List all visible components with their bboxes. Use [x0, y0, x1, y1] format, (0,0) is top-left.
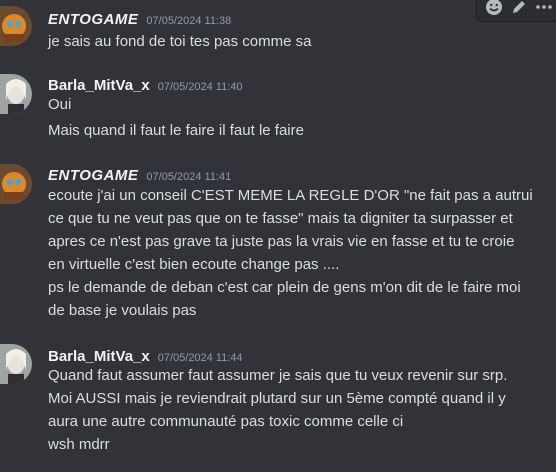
- message-text: en virtuelle c'est bien ecoute change pa…: [48, 256, 340, 273]
- message-text: je sais au fond de toi tes pas comme sa: [48, 33, 312, 50]
- message-text: wsh mdrr: [48, 436, 110, 453]
- message-text: Mais quand il faut le faire il faut le f…: [48, 122, 304, 139]
- message-text: Quand faut assumer faut assumer je sais …: [48, 367, 508, 384]
- username[interactable]: ENTOGAME: [48, 167, 138, 184]
- message-text: Oui: [48, 96, 72, 113]
- timestamp: 07/05/2024 11:41: [146, 171, 232, 183]
- timestamp: 07/05/2024 11:38: [146, 15, 232, 27]
- message-text: ecoute j'ai un conseil C'EST MEME LA REG…: [48, 187, 533, 204]
- message-text: aura une autre communauté pas toxic comm…: [48, 413, 404, 430]
- message-text: apres ce n'est pas grave ta juste pas la…: [48, 233, 515, 250]
- chat-messages: ENTOGAME 07/05/2024 11:38 je sais au fon…: [0, 0, 556, 472]
- avatar[interactable]: [0, 164, 32, 204]
- pencil-icon[interactable]: [509, 0, 529, 17]
- timestamp: 07/05/2024 11:44: [157, 352, 243, 364]
- timestamp: 07/05/2024 11:40: [157, 81, 243, 93]
- emoji-icon[interactable]: [484, 0, 504, 17]
- avatar[interactable]: [0, 74, 32, 114]
- message-header: ENTOGAME 07/05/2024 11:41: [48, 167, 231, 184]
- username[interactable]: Barla_MitVa_x: [48, 348, 150, 365]
- username[interactable]: Barla_MitVa_x: [48, 77, 150, 94]
- message-text: ce que tu ne veut pas que on te fasse" m…: [48, 210, 513, 227]
- message-toolbar: [476, 0, 556, 22]
- message-text: Moi AUSSI mais je reviendrait plutard su…: [48, 390, 506, 407]
- message-text: ps le demande de deban c'est car plein d…: [48, 279, 521, 296]
- message-header: Barla_MitVa_x 07/05/2024 11:44: [48, 348, 243, 365]
- username[interactable]: ENTOGAME: [48, 11, 138, 28]
- avatar[interactable]: [0, 344, 32, 384]
- message-header: Barla_MitVa_x 07/05/2024 11:40: [48, 77, 243, 94]
- message-text: de base je voulais pas: [48, 302, 197, 319]
- message-header: ENTOGAME 07/05/2024 11:38: [48, 11, 231, 28]
- avatar[interactable]: [0, 6, 32, 46]
- more-icon[interactable]: [534, 0, 554, 17]
